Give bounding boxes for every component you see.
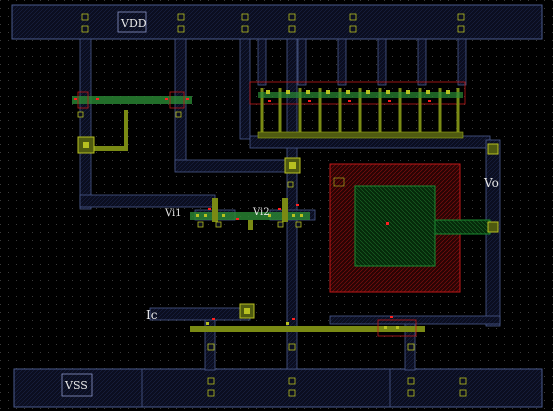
ic-layout-drawing: VDD VSS Vo Vi1 Vi2 Ic [0,0,553,411]
vdd-rail [11,4,543,40]
vdd-net-label: VDD [120,17,147,30]
vss-net-label: VSS [64,379,88,392]
layout-canvas: VDD VSS Vo Vi1 Vi2 Ic [0,0,553,411]
vo-net-label: Vo [483,176,499,190]
vi1-net-label: Vi1 [164,208,182,219]
vss-rail [13,368,543,408]
vi2-net-label: Vi2 [252,207,270,218]
center-node [284,157,301,174]
ic-net-label: Ic [146,308,158,322]
